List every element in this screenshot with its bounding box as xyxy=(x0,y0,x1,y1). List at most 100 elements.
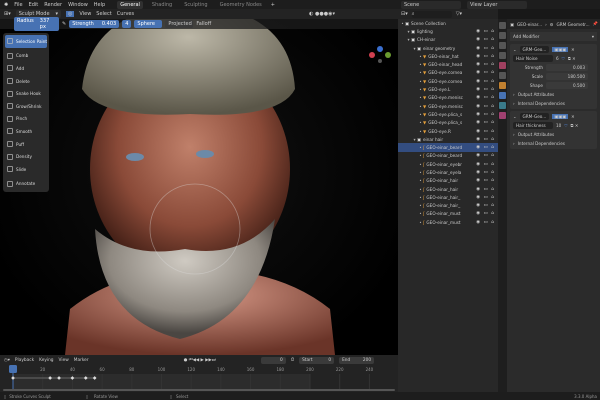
visibility-icons[interactable]: ◉ ▭ ⌂ xyxy=(476,178,495,183)
menu-marker[interactable]: Marker xyxy=(74,358,89,363)
visibility-icons[interactable]: ◉ ▭ ⌂ xyxy=(476,129,495,134)
tool-selection-paint[interactable]: Selection Paint xyxy=(5,35,47,48)
render-tab-icon[interactable] xyxy=(499,32,506,39)
outliner-row[interactable]: • ▼ GEO-eye.L ◉ ▭ ⌂ xyxy=(398,85,498,93)
tool-grow-shrink[interactable]: Grow/Shrink xyxy=(5,100,47,113)
scene-tab-icon[interactable] xyxy=(499,62,506,69)
fake-user-icon[interactable]: ⛉ xyxy=(562,56,565,61)
shading-buttons[interactable]: ◐ ●●●◉▾ xyxy=(309,11,335,17)
visibility-icons[interactable]: ◉ ▭ ⌂ xyxy=(476,37,495,42)
menu-help[interactable]: Help xyxy=(94,2,105,8)
menu-render[interactable]: Render xyxy=(44,2,62,8)
outliner-row[interactable]: • ▼ GEO-eye.cornea ◉ ▭ ⌂ xyxy=(398,69,498,77)
add-workspace-button[interactable]: + xyxy=(271,2,275,8)
outliner-row[interactable]: • ▼ GEO-eye.cornea ◉ ▭ ⌂ xyxy=(398,77,498,85)
close-icon[interactable]: ✕ xyxy=(571,47,575,52)
tool-snake-hook[interactable]: Snake Hook xyxy=(5,87,47,100)
menu-select[interactable]: Select xyxy=(96,11,111,17)
menu-view[interactable]: View xyxy=(79,11,91,17)
outliner-row[interactable]: • ▣ Scene Collection xyxy=(398,19,498,27)
scale-input[interactable]: 180.500 xyxy=(546,73,588,80)
visibility-icons[interactable]: ◉ ▭ ⌂ xyxy=(476,87,495,92)
view-layer-tab-icon[interactable] xyxy=(499,52,506,59)
visibility-icons[interactable]: ◉ ▭ ⌂ xyxy=(476,220,495,225)
outliner-row[interactable]: • ▼ GEO-einar_hat ◉ ▭ ⌂ xyxy=(398,52,498,60)
visibility-icons[interactable]: ◉ ▭ ⌂ xyxy=(476,170,495,175)
world-tab-icon[interactable] xyxy=(499,72,506,79)
timeline-track[interactable]: 020406080100120140160180200220240 xyxy=(0,365,398,392)
visibility-icons[interactable]: ◉ ▭ ⌂ xyxy=(476,120,495,125)
outliner-row[interactable]: • ▼ GEO-eye.plica_s ◉ ▭ ⌂ xyxy=(398,119,498,127)
outliner-row[interactable]: • ▼ GEO-eye.menisc ◉ ▭ ⌂ xyxy=(398,102,498,110)
menu-curves[interactable]: Curves xyxy=(117,11,134,17)
visibility-icons[interactable]: ◉ ▭ ⌂ xyxy=(476,62,495,67)
tab-shading[interactable]: Shading xyxy=(149,1,175,9)
outliner-row[interactable]: • ʃ GEO-einar_hair_ ◉ ▭ ⌂ xyxy=(398,193,498,201)
pen-pressure-icon[interactable]: ✎ xyxy=(62,21,66,27)
visibility-icons[interactable]: ◉ ▭ ⌂ xyxy=(476,95,495,100)
tool-puff[interactable]: Puff xyxy=(5,138,47,151)
strength-field[interactable]: Strength 0.403 xyxy=(69,20,120,28)
modifier-tab-icon[interactable] xyxy=(499,92,506,99)
tool-delete[interactable]: Delete xyxy=(5,75,47,88)
node-group-field[interactable]: Hair thickness xyxy=(513,122,553,129)
outliner-row[interactable]: • ʃ GEO-einar_must ◉ ▭ ⌂ xyxy=(398,210,498,218)
timeline-editor-icon[interactable]: ◷▾ xyxy=(4,358,10,363)
visibility-icons[interactable]: ◉ ▭ ⌂ xyxy=(476,29,495,34)
output-tab-icon[interactable] xyxy=(499,42,506,49)
visibility-icons[interactable]: ◉ ▭ ⌂ xyxy=(476,54,495,59)
falloff-dropdown[interactable]: Falloff xyxy=(196,21,211,27)
visibility-icons[interactable]: ◉ ▭ ⌂ xyxy=(476,153,495,158)
outliner-row[interactable]: ▾ ▣ CH-einar ◉ ▭ ⌂ xyxy=(398,36,498,44)
select-mode-icon[interactable]: ◎ xyxy=(66,11,75,17)
menu-file[interactable]: File xyxy=(14,2,22,8)
display-mode-icon[interactable]: ⊟▾ xyxy=(401,11,408,17)
close-icon[interactable]: ✕ xyxy=(571,114,575,119)
visibility-icons[interactable]: ◉ ▭ ⌂ xyxy=(476,195,495,200)
sphere-toggle[interactable]: Sphere xyxy=(134,20,163,28)
outliner-row[interactable]: • ʃ GEO-einar_eyebr ◉ ▭ ⌂ xyxy=(398,160,498,168)
outliner-row[interactable]: ▾ ▣ lighting ◉ ▭ ⌂ xyxy=(398,27,498,35)
visibility-icons[interactable]: ◉ ▭ ⌂ xyxy=(476,70,495,75)
outliner-row[interactable]: • ▼ GEO-eye.menisc ◉ ▭ ⌂ xyxy=(398,94,498,102)
playhead[interactable] xyxy=(9,365,17,373)
tool-density[interactable]: Density xyxy=(5,150,47,163)
tool-annotate[interactable]: Annotate xyxy=(5,178,47,191)
projected-toggle[interactable]: Projected xyxy=(165,20,194,28)
current-frame-field[interactable]: 0 xyxy=(260,356,286,364)
outliner-row[interactable]: ▾ ▣ einar geometry ◉ ▭ ⌂ xyxy=(398,44,498,52)
outliner-row[interactable]: • ʃ GEO-einar_beard ◉ ▭ ⌂ xyxy=(398,152,498,160)
filter-icon[interactable]: ▽▾ xyxy=(456,11,462,17)
visibility-icons[interactable]: ◉ ▭ ⌂ xyxy=(476,112,495,117)
collapse-icon[interactable]: ⌄ xyxy=(513,114,517,119)
add-modifier-dropdown[interactable]: Add Modifier ▾ xyxy=(510,32,597,41)
view-layer-selector[interactable]: View Layer xyxy=(466,0,527,9)
start-frame-field[interactable]: Start 0 xyxy=(299,356,335,364)
tool-tab-icon[interactable] xyxy=(499,22,506,29)
modifier-name-field[interactable]: GRM-Geo... xyxy=(519,46,550,53)
tool-slide[interactable]: Slide xyxy=(5,163,47,176)
outliner-search[interactable]: ⌕ xyxy=(411,10,452,18)
outliner-row[interactable]: • ▼ GEO-einar_head ◉ ▭ ⌂ xyxy=(398,60,498,68)
outliner-row[interactable]: • ▼ GEO-eye.R ◉ ▭ ⌂ xyxy=(398,127,498,135)
tool-pinch[interactable]: Pinch xyxy=(5,113,47,126)
tab-geometry-nodes[interactable]: Geometry Nodes xyxy=(217,1,265,9)
visibility-toggles[interactable]: ▣▣▣ xyxy=(552,114,569,119)
count-field[interactable]: 4 xyxy=(122,20,132,28)
timeline-scrollbar[interactable] xyxy=(3,389,395,391)
tool-add[interactable]: Add xyxy=(5,62,47,75)
internal-dependencies-subpanel[interactable]: › Internal Dependencies xyxy=(510,99,597,108)
outliner-row[interactable]: ▾ ▣ einar hair ◉ ▭ ⌂ xyxy=(398,135,498,143)
outliner-row[interactable]: • ʃ GEO-einar_hair ◉ ▭ ⌂ xyxy=(398,177,498,185)
visibility-icons[interactable]: ◉ ▭ ⌂ xyxy=(476,46,495,51)
tab-sculpting[interactable]: Sculpting xyxy=(181,1,210,9)
visibility-icons[interactable]: ◉ ▭ ⌂ xyxy=(476,104,495,109)
shape-input[interactable]: 0.500 xyxy=(546,82,588,89)
strength-input[interactable]: 0.003 xyxy=(546,64,588,71)
outliner-row[interactable]: • ▼ GEO-eye.plica_s ◉ ▭ ⌂ xyxy=(398,110,498,118)
output-attributes-subpanel[interactable]: › Output Attributes xyxy=(510,130,597,139)
end-frame-field[interactable]: End 200 xyxy=(339,356,375,364)
visibility-icons[interactable]: ◉ ▭ ⌂ xyxy=(476,162,495,167)
stopwatch-icon[interactable]: ⏱ xyxy=(291,358,294,363)
data-tab-icon[interactable] xyxy=(499,102,506,109)
